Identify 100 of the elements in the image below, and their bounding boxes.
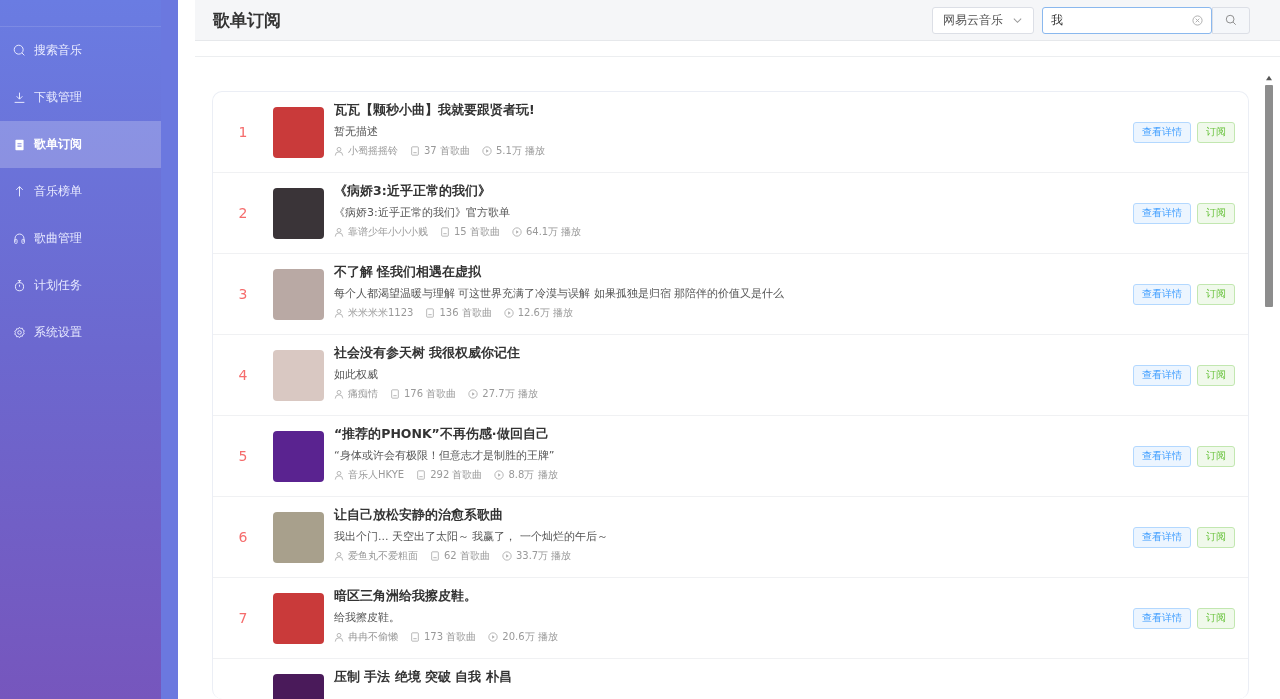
play-icon [468,389,479,399]
subscribe-button[interactable]: 订阅 [1197,445,1235,467]
view-details-button[interactable]: 查看详情 [1133,526,1191,548]
song-count: 37 首歌曲 [424,144,470,158]
playlist-title: 社会没有参天树 我很权威你记住 [334,345,522,362]
sidebar-item[interactable]: 计划任务 [0,262,161,309]
song-count: 292 首歌曲 [430,468,483,482]
subscribe-button[interactable]: 订阅 [1197,607,1235,629]
view-details-button[interactable]: 查看详情 [1133,202,1191,224]
scroll-up-icon[interactable] [1265,75,1273,81]
photo-placeholder [273,430,324,482]
play-count: 33.7万 播放 [515,549,572,563]
playlist-description: 每个人都渴望温暖与理解 可这世界充满了冷漠与误解 如果孤独是归宿 那陪伴的价值又是什么 [334,286,786,301]
photo-placeholder [273,106,324,158]
document-icon [390,389,400,399]
user-icon [334,551,344,561]
subscribe-button[interactable]: 订阅 [1197,526,1235,548]
rank-number: 4 [238,367,248,383]
rank-number: 1 [238,124,248,140]
play-icon [494,470,505,480]
sidebar-item[interactable]: 音乐榜单 [0,168,161,215]
photo-placeholder [273,268,324,320]
play-count: 8.8万 播放 [508,468,558,482]
rank-number: 7 [238,610,248,626]
play-icon [503,308,514,318]
subscribe-button[interactable]: 订阅 [1197,283,1235,305]
playlist-title: 不了解 怪我们相遇在虚拟 [334,264,483,281]
rank-number: 6 [238,529,248,545]
view-details-button[interactable]: 查看详情 [1133,283,1191,305]
timer-icon [13,279,26,292]
view-details-button[interactable]: 查看详情 [1133,445,1191,467]
document-icon [440,227,450,237]
song-count: 136 首歌曲 [439,306,492,320]
creator-name: 靠谱少年小小小贱 [348,225,428,239]
song-count: 15 首歌曲 [454,225,500,239]
playlist-title: 让自己放松安静的治愈系歌曲 [334,507,504,524]
document-icon [425,308,436,318]
subscribe-button[interactable]: 订阅 [1197,121,1235,143]
play-icon [481,146,492,156]
headphones-icon [13,232,26,245]
clipboard-icon [13,138,26,151]
play-count: 12.6万 播放 [517,306,574,320]
arrow-up-icon [13,185,26,198]
song-count: 176 首歌曲 [404,387,457,401]
search-field[interactable]: 我 [1042,6,1212,34]
sidebar-item[interactable]: 歌单订阅 [0,121,161,168]
playlist-title: 暗区三角洲给我擦皮鞋。 [334,588,478,605]
song-count: 173 首歌曲 [424,630,477,644]
creator-name: 小蜀摇摇铃 [348,144,398,158]
photo-placeholder [273,511,324,563]
document-icon [416,470,427,480]
creator-name: 冉冉不偷懒 [348,630,398,644]
page-title: 歌单订阅 [213,8,281,32]
search-icon [1225,14,1237,26]
document-icon [430,551,440,561]
playlist-title: 瓦瓦【颗秒小曲】我就要跟贤者玩! [334,102,536,119]
creator-name: 爱鱼丸不爱粗面 [348,549,418,563]
playlist-description: “身体或许会有极限！但意志才是制胜的王牌” [334,448,556,463]
play-count: 27.7万 播放 [482,387,538,401]
rank-number: 2 [238,205,248,221]
playlist-description: 给我擦皮鞋。 [334,610,401,625]
user-icon [334,389,344,399]
play-icon [511,227,522,237]
play-count: 20.6万 播放 [502,630,558,644]
rank-number: 3 [238,286,248,302]
playlist-title: 《病娇3:近乎正常的我们》 [334,183,492,200]
view-details-button[interactable]: 查看详情 [1133,121,1191,143]
user-icon [334,146,344,156]
download-icon [13,91,26,104]
photo-placeholder [273,349,324,401]
user-icon [334,470,344,480]
subscribe-button[interactable]: 订阅 [1197,202,1235,224]
clear-icon[interactable] [1192,14,1203,26]
sidebar-item[interactable]: 系统设置 [0,309,161,356]
play-count: 5.1万 播放 [495,144,545,158]
view-details-button[interactable]: 查看详情 [1133,607,1191,629]
play-icon [488,632,499,642]
song-count: 62 首歌曲 [444,549,490,563]
view-details-button[interactable]: 查看详情 [1133,364,1191,386]
creator-name: 米米米米1123 [348,306,414,320]
play-count: 64.1万 播放 [525,225,582,239]
user-icon [334,227,344,237]
sidebar-item[interactable]: 歌曲管理 [0,215,161,262]
source-dropdown[interactable]: 网易云音乐 [932,6,1034,34]
subscribe-button[interactable]: 订阅 [1197,364,1235,386]
document-icon [410,146,420,156]
user-icon [334,308,344,318]
playlist-description: 《病娇3:近乎正常的我们》官方歌单 [334,205,511,220]
rank-number: 5 [238,448,248,464]
search-button[interactable] [1212,6,1250,34]
playlist-title: “推荐的PHONK”不再伤感·做回自己 [334,426,550,443]
playlist-description: 我出个门... 天空出了太阳～ 我赢了， 一个灿烂的午后～ [334,529,609,544]
scrollbar-thumb[interactable] [1265,85,1273,307]
document-icon [410,632,420,642]
playlist-description: 暂无描述 [334,124,379,139]
photo-placeholder [273,592,324,644]
sidebar-item[interactable]: 下载管理 [0,74,161,121]
creator-name: 音乐人HKYE [348,468,405,482]
playlist-title: 压制 手法 绝境 突破 自我 朴昌 [334,669,513,686]
sidebar-item[interactable]: 搜索音乐 [0,27,161,74]
